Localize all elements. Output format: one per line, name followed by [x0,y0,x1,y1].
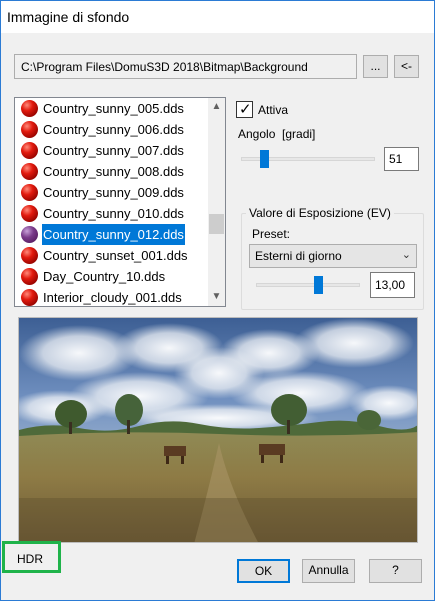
red-sphere-icon [21,100,38,117]
angle-value-field[interactable]: 51 [384,147,419,171]
chevron-down-icon: ⌄ [401,249,411,261]
list-item[interactable]: Country_sunny_010.dds [15,203,208,224]
scroll-thumb[interactable] [209,214,224,234]
list-item[interactable]: Country_sunny_006.dds [15,119,208,140]
browse-button[interactable]: ... [363,55,388,78]
preset-label: Preset: [252,227,291,241]
angle-slider-thumb[interactable] [260,150,269,168]
checkmark-icon: ✓ [239,101,252,118]
back-button[interactable]: <- [394,55,419,78]
ok-button[interactable]: OK [237,559,290,583]
chevron-up-icon[interactable]: ▲ [208,98,225,115]
list-item-selected[interactable]: Country_sunny_012.dds [15,224,208,245]
red-sphere-icon [21,268,38,285]
list-item[interactable]: Country_sunny_008.dds [15,161,208,182]
exposure-group-title: Valore di Esposizione (EV) [246,206,394,220]
chevron-down-icon[interactable]: ▼ [208,288,225,305]
list-item[interactable]: Day_Country_10.dds [15,266,208,287]
background-path-field[interactable]: C:\Program Files\DomuS3D 2018\Bitmap\Bac… [14,54,357,79]
list-scrollbar[interactable]: ▲ ▼ [208,98,225,306]
red-sphere-icon [21,142,38,159]
window-title: Immagine di sfondo [7,9,130,25]
exposure-slider-track[interactable] [256,283,360,287]
background-preview-image [18,317,418,543]
file-list[interactable]: Country_sunny_005.dds Country_sunny_006.… [14,97,226,307]
list-item[interactable]: Country_sunny_007.dds [15,140,208,161]
red-sphere-icon [21,289,38,306]
preset-value: Esterni di giorno [255,249,342,263]
dialog-window: Immagine di sfondo C:\Program Files\Domu… [0,0,435,601]
exposure-value-field[interactable]: 13,00 [370,272,415,298]
red-sphere-icon [21,184,38,201]
active-checkbox[interactable]: ✓ [236,101,253,118]
list-item[interactable]: Country_sunny_009.dds [15,182,208,203]
panorama-landscape-image [19,318,417,542]
list-item[interactable]: Interior_cloudy_001.dds [15,287,208,306]
exposure-slider-thumb[interactable] [314,276,323,294]
hdr-label: HDR [17,552,43,566]
preset-select[interactable]: Esterni di giorno ⌄ [249,244,417,268]
red-sphere-icon [21,121,38,138]
list-item[interactable]: Country_sunny_005.dds [15,98,208,119]
list-item[interactable]: Country_sunset_001.dds [15,245,208,266]
help-button[interactable]: ? [369,559,422,583]
cancel-button[interactable]: Annulla [302,559,355,583]
hdr-indicator: HDR [2,541,61,573]
red-sphere-icon [21,226,38,243]
red-sphere-icon [21,205,38,222]
red-sphere-icon [21,163,38,180]
active-label: Attiva [258,103,289,117]
red-sphere-icon [21,247,38,264]
angle-label: Angolo [gradi] [238,127,316,141]
title-bar: Immagine di sfondo [1,1,434,33]
